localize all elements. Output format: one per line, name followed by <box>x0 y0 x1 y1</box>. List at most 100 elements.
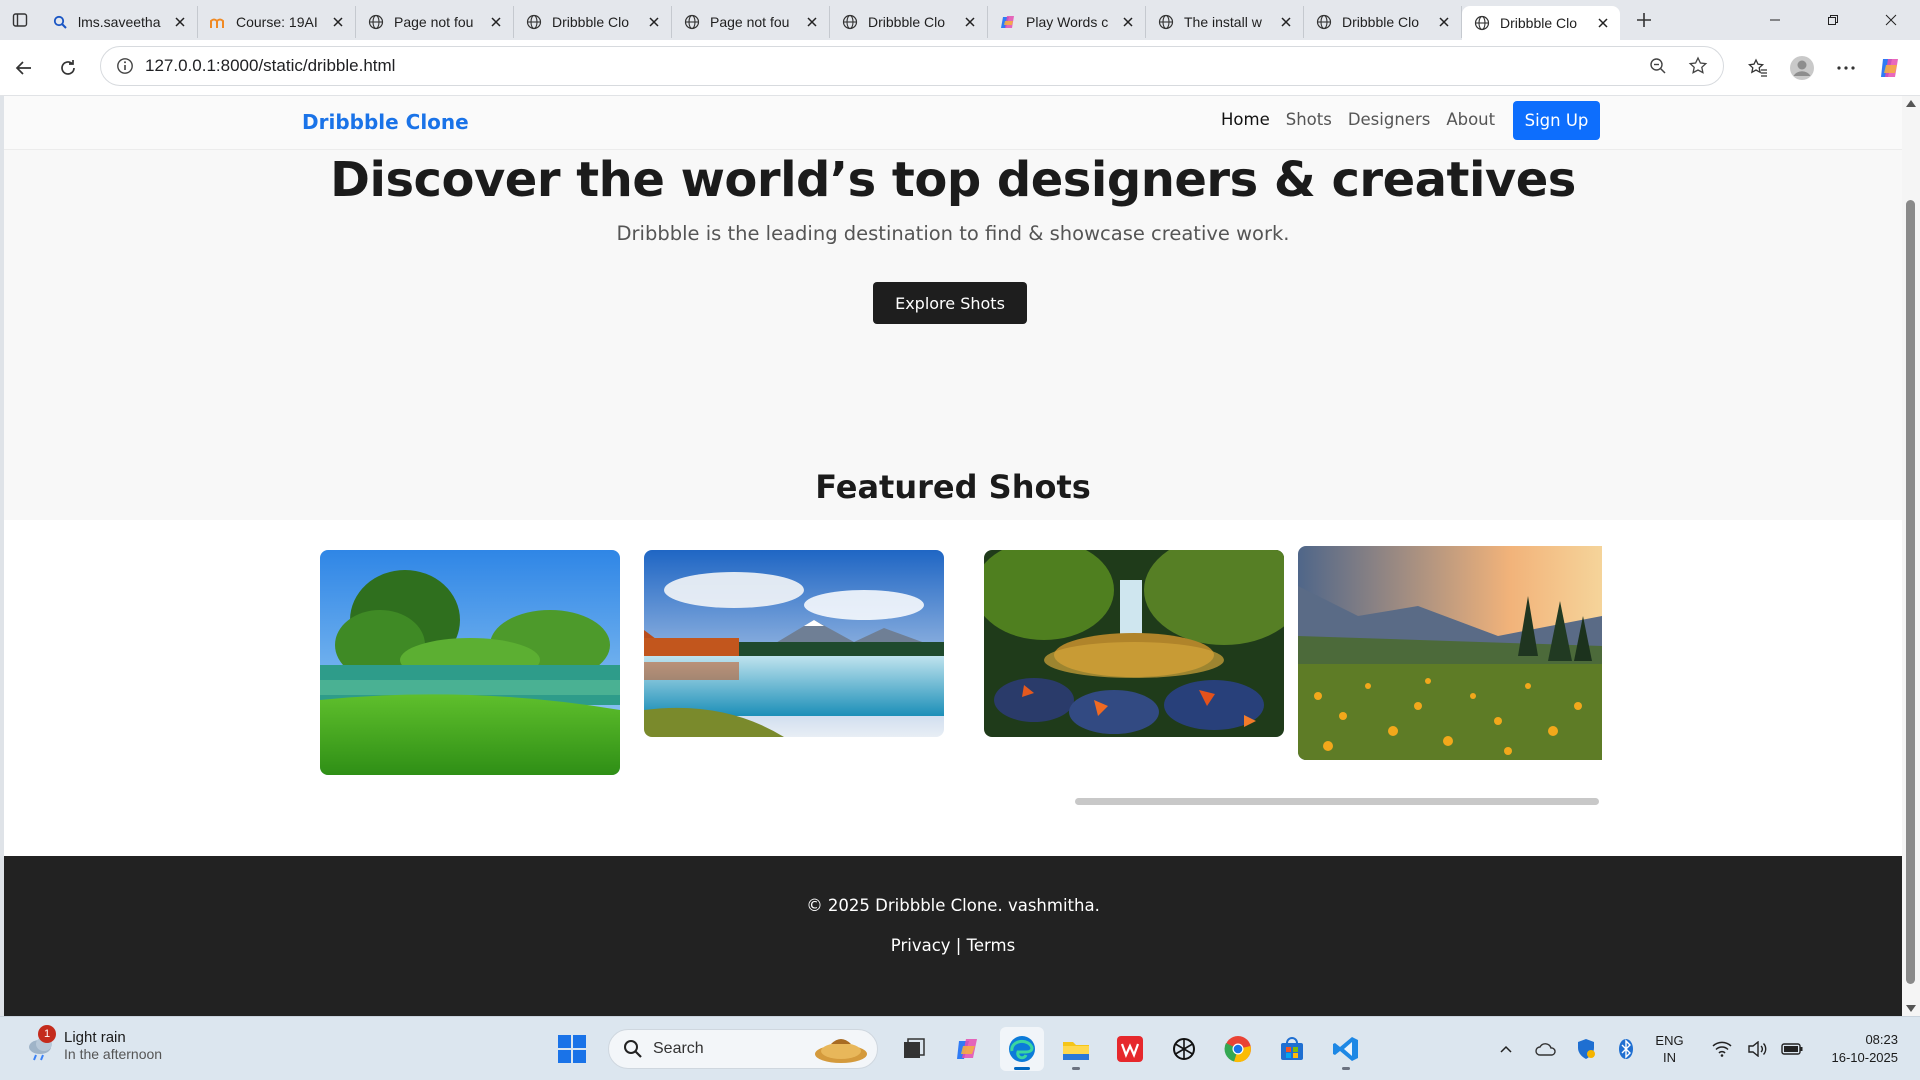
close-window-button[interactable] <box>1862 0 1920 40</box>
close-tab-icon[interactable] <box>645 13 663 31</box>
site-info-icon[interactable] <box>105 57 145 75</box>
taskbar-search-box[interactable]: Search <box>608 1029 878 1069</box>
site-navbar: Dribbble Clone Home Shots Designers Abou… <box>4 96 1902 150</box>
shots-gallery[interactable] <box>320 546 1602 806</box>
file-explorer-icon[interactable] <box>1054 1027 1098 1071</box>
security-shield-icon[interactable] <box>1566 1038 1606 1060</box>
shot-card-waterfall[interactable] <box>984 550 1284 737</box>
clock-date: 16-10-2025 <box>1831 1050 1899 1065</box>
close-tab-icon[interactable] <box>1277 13 1295 31</box>
chrome-icon[interactable] <box>1216 1027 1260 1071</box>
onedrive-cloud-icon[interactable] <box>1526 1041 1566 1057</box>
weather-widget[interactable]: 1 Light rain In the afternoon <box>24 1025 162 1063</box>
rain-cloud-icon: 1 <box>24 1025 60 1063</box>
copilot-icon[interactable] <box>1868 46 1912 90</box>
sign-up-button[interactable]: Sign Up <box>1513 101 1600 140</box>
browser-tab[interactable]: lms.saveetha <box>40 6 198 38</box>
tab-actions-icon[interactable] <box>0 0 40 40</box>
favorite-star-icon[interactable] <box>1681 44 1715 88</box>
wifi-icon[interactable] <box>1702 1041 1742 1057</box>
language-top: ENG <box>1655 1033 1684 1048</box>
browser-tab[interactable]: The install w <box>1146 6 1304 38</box>
shot-card-green-lake[interactable] <box>320 550 620 775</box>
globe-icon <box>842 14 858 30</box>
battery-icon[interactable] <box>1772 1043 1812 1055</box>
vscode-icon[interactable] <box>1324 1027 1368 1071</box>
shot-card-mountain-lake[interactable] <box>644 550 944 737</box>
profile-avatar-icon[interactable] <box>1780 46 1824 90</box>
nav-about[interactable]: About <box>1446 110 1495 129</box>
back-icon[interactable] <box>2 46 46 90</box>
tab-title: Dribbble Clo <box>868 14 946 30</box>
tab-title: Dribbble Clo <box>1500 15 1578 31</box>
gallery-horizontal-scrollbar[interactable] <box>1075 798 1599 805</box>
reload-icon[interactable] <box>46 46 90 90</box>
edge-browser-icon[interactable] <box>1000 1027 1044 1071</box>
tab-title: Dribbble Clo <box>1342 14 1420 30</box>
globe-icon <box>368 14 384 30</box>
close-tab-icon[interactable] <box>329 13 347 31</box>
url-text[interactable]: 127.0.0.1:8000/static/dribble.html <box>145 56 1641 76</box>
close-tab-icon[interactable] <box>1435 13 1453 31</box>
browser-tab[interactable]: Dribbble Clo <box>1304 6 1462 38</box>
globe-icon <box>1474 15 1490 31</box>
zoom-icon[interactable] <box>1641 44 1675 88</box>
browser-tab[interactable]: Course: 19AI <box>198 6 356 38</box>
nav-home[interactable]: Home <box>1221 110 1270 129</box>
language-bottom: IN <box>1663 1050 1676 1065</box>
show-hidden-icons-chevron-icon[interactable] <box>1486 1044 1526 1054</box>
more-menu-icon[interactable] <box>1824 46 1868 90</box>
site-footer: © 2025 Dribbble Clone. vashmitha. Privac… <box>4 856 1902 1016</box>
page-vertical-scrollbar[interactable] <box>1902 96 1920 1016</box>
globe-icon <box>1316 14 1332 30</box>
browser-tab[interactable]: Dribbble Clo <box>830 6 988 38</box>
browser-tab[interactable]: Dribbble Clo <box>514 6 672 38</box>
footer-terms-link[interactable]: Terms <box>967 936 1016 955</box>
nav-links: Home Shots Designers About <box>1221 110 1495 129</box>
shot-card-meadow-sunset[interactable] <box>1298 546 1602 760</box>
browser-tab[interactable]: Dribbble Clo <box>1462 6 1620 40</box>
browser-tab[interactable]: Play Words c <box>988 6 1146 38</box>
windows-start-icon[interactable] <box>550 1027 594 1071</box>
wps-office-icon[interactable] <box>1108 1027 1152 1071</box>
tab-title: Page not fou <box>710 14 790 30</box>
search-highlight-icon <box>815 1039 867 1063</box>
close-tab-icon[interactable] <box>1119 13 1137 31</box>
copilot-app-icon[interactable] <box>946 1027 990 1071</box>
globe-icon <box>526 14 542 30</box>
clock-time: 08:23 <box>1865 1032 1898 1047</box>
close-tab-icon[interactable] <box>171 13 189 31</box>
language-indicator[interactable]: ENG IN <box>1646 1032 1694 1066</box>
notification-badge: 1 <box>38 1025 56 1043</box>
explore-shots-button[interactable]: Explore Shots <box>873 282 1027 324</box>
task-view-icon[interactable] <box>892 1027 936 1071</box>
site-logo[interactable]: Dribbble Clone <box>302 110 469 134</box>
scroll-thumb[interactable] <box>1906 200 1915 984</box>
nav-shots[interactable]: Shots <box>1286 110 1332 129</box>
system-clock[interactable]: 08:23 16-10-2025 <box>1832 1031 1899 1067</box>
hero-subtitle: Dribbble is the leading destination to f… <box>616 222 1290 245</box>
restore-button[interactable] <box>1804 0 1862 40</box>
microsoft-store-icon[interactable] <box>1270 1027 1314 1071</box>
close-tab-icon[interactable] <box>961 13 979 31</box>
nav-designers[interactable]: Designers <box>1348 110 1431 129</box>
minimize-button[interactable] <box>1746 0 1804 40</box>
hero-title: Discover the world’s top designers & cre… <box>330 152 1576 208</box>
scroll-down-arrow-icon[interactable] <box>1906 1005 1916 1012</box>
favorites-icon[interactable] <box>1736 46 1780 90</box>
chatgpt-icon[interactable] <box>1162 1027 1206 1071</box>
globe-icon <box>684 14 700 30</box>
browser-tab[interactable]: Page not fou <box>672 6 830 38</box>
close-tab-icon[interactable] <box>1594 14 1612 32</box>
scroll-up-arrow-icon[interactable] <box>1906 100 1916 107</box>
bluetooth-icon[interactable] <box>1606 1038 1646 1060</box>
footer-privacy-link[interactable]: Privacy <box>891 936 951 955</box>
volume-icon[interactable] <box>1742 1041 1772 1057</box>
new-tab-button[interactable] <box>1626 2 1662 38</box>
hero-section: Discover the world’s top designers & cre… <box>4 150 1902 520</box>
address-bar[interactable]: 127.0.0.1:8000/static/dribble.html <box>100 46 1724 86</box>
close-tab-icon[interactable] <box>803 13 821 31</box>
close-tab-icon[interactable] <box>487 13 505 31</box>
browser-tab[interactable]: Page not fou <box>356 6 514 38</box>
search-icon <box>52 14 68 30</box>
